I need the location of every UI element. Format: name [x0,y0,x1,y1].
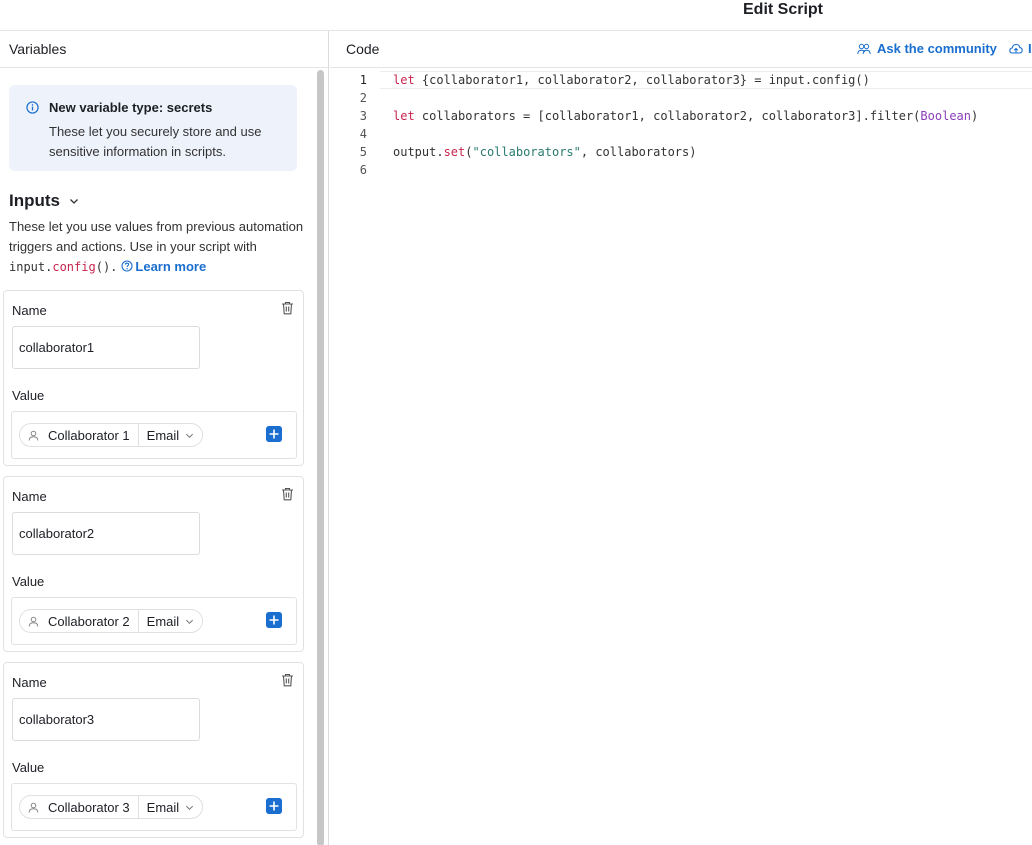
code-line[interactable]: 1 let {collaborator1, collaborator2, col… [330,71,1032,89]
window-title: Edit Script [743,1,824,18]
token-label: Collaborator 3 [48,799,130,815]
name-label: Name [12,489,47,504]
code-token: output. [393,145,444,159]
code-line[interactable]: 6 [330,161,1032,179]
code-line[interactable]: 3 let collaborators = [collaborator1, co… [330,107,1032,125]
keyword-token: let [393,73,415,87]
token-field-label: Email [146,427,180,443]
variables-scrollbar[interactable] [315,69,326,845]
token-divider [137,795,139,819]
cut-off-link[interactable]: I [1028,41,1032,56]
line-number: 1 [359,73,367,87]
field-token[interactable]: Collaborator 2 Email [19,609,204,633]
line-code: let collaborators = [collaborator1, coll… [393,107,978,125]
code-token: {collaborator1, collaborator2, collabora… [414,73,870,87]
code-parens-part: (). [95,260,118,274]
user-icon [28,802,39,813]
line-number: 4 [359,127,367,141]
inputs-desc-text: These let you use values from previous a… [9,219,304,254]
keyword-token: let [393,109,415,123]
value-field[interactable]: Collaborator 3 Email [11,783,297,831]
secrets-notice: New variable type: secrets These let you… [9,85,297,171]
code-editor[interactable]: 1 let {collaborator1, collaborator2, col… [330,69,1032,179]
help-icon [121,260,133,272]
community-icon [857,43,871,54]
string-token: "collaborators" [472,145,581,159]
trash-icon[interactable] [281,487,294,501]
info-icon [26,101,39,114]
variables-panel: Variables New variable type: secrets The… [0,31,329,845]
code-line[interactable]: 4 [330,125,1032,143]
token-label: Collaborator 1 [48,427,130,443]
token-label: Collaborator 2 [48,613,130,629]
line-code: output.set("collaborators", collaborator… [393,143,696,161]
chevron-down-icon[interactable] [185,617,194,626]
value-field[interactable]: Collaborator 2 Email [11,597,297,645]
code-token: collaborators = [collaborator1, collabor… [414,109,921,123]
field-token[interactable]: Collaborator 1 Email [19,423,204,447]
cloud-icon[interactable] [1009,43,1023,54]
field-token[interactable]: Collaborator 3 Email [19,795,204,819]
ask-community-link[interactable]: Ask the community [857,41,997,56]
code-line[interactable]: 2 [330,89,1032,107]
token-divider [137,609,139,633]
token-field-label: Email [146,799,180,815]
add-token-button[interactable] [266,798,282,814]
scrollbar-thumb[interactable] [317,70,324,845]
code-token: ( [465,145,473,159]
notice-body: These let you securely store and use sen… [49,124,262,159]
code-token: , collaborators) [580,145,697,159]
variables-header: Variables [0,31,328,68]
code-token: ) [971,109,979,123]
code-config-part: config [52,260,96,274]
variable-name-input[interactable] [12,698,200,741]
inputs-toggle[interactable]: Inputs [9,191,79,211]
ask-community-label: Ask the community [877,41,997,56]
token-field-label: Email [146,613,180,629]
trash-icon[interactable] [281,673,294,687]
user-icon [28,430,39,441]
add-token-button[interactable] [266,612,282,628]
value-label: Value [12,760,45,775]
code-panel: Code Ask the community I 1 let {collabor… [330,31,1032,845]
line-number: 5 [359,145,367,159]
line-number: 3 [359,109,367,123]
line-number: 6 [359,163,367,177]
code-line[interactable]: 5 output.set("collaborators", collaborat… [330,143,1032,161]
input-variable-card: Name Value Collaborator 2 Email [3,476,304,652]
user-icon [28,616,39,627]
value-label: Value [12,574,45,589]
notice-title: New variable type: secrets [49,100,213,115]
inline-code: input.config(). [9,260,117,274]
input-variable-card: Name Value Collaborator 1 Email [3,290,304,466]
title-bar: Edit Script [0,0,1032,31]
token-divider [137,423,139,447]
line-number: 2 [359,91,367,105]
variable-name-input[interactable] [12,512,200,555]
chevron-down-icon[interactable] [185,803,194,812]
add-token-button[interactable] [266,426,282,442]
inputs-heading: Inputs [9,191,60,210]
input-variable-card: Name Value Collaborator 3 Email [3,662,304,838]
name-label: Name [12,675,47,690]
value-field[interactable]: Collaborator 1 Email [11,411,297,459]
variable-name-input[interactable] [12,326,200,369]
chevron-down-icon[interactable] [185,431,194,440]
value-label: Value [12,388,45,403]
boolean-token: Boolean [920,109,971,123]
inputs-description: These let you use values from previous a… [9,217,309,277]
learn-more-link[interactable]: Learn more [135,259,206,274]
name-label: Name [12,303,47,318]
chevron-down-icon [70,199,78,204]
method-token: set [443,145,466,159]
trash-icon[interactable] [281,301,294,315]
line-code: let {collaborator1, collaborator2, colla… [393,71,870,89]
code-input-part: input. [9,260,53,274]
